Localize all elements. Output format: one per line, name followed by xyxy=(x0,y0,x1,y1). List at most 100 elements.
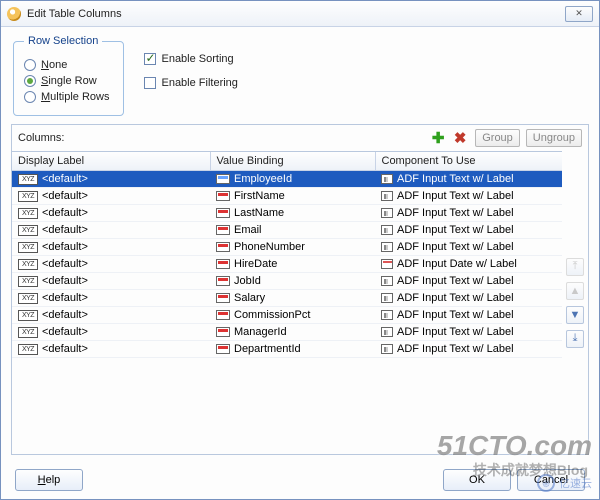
add-column-button[interactable]: ✚ xyxy=(429,129,447,147)
display-label-cell: <default> xyxy=(42,241,88,253)
display-label-cell: <default> xyxy=(42,190,88,202)
value-binding-cell: LastName xyxy=(234,207,284,219)
component-icon xyxy=(381,276,393,286)
binding-icon xyxy=(216,327,230,337)
component-cell: ADF Input Text w/ Label xyxy=(397,173,514,185)
value-binding-cell: Salary xyxy=(234,292,265,304)
component-cell: ADF Input Text w/ Label xyxy=(397,343,514,355)
dialog-title: Edit Table Columns xyxy=(27,8,565,20)
dialog-window: Edit Table Columns ✕ Row Selection None … xyxy=(0,0,600,500)
display-label-cell: <default> xyxy=(42,343,88,355)
binding-icon xyxy=(216,225,230,235)
columns-panel: Columns: ✚ ✖ Group Ungroup Display Label… xyxy=(11,124,589,455)
col-header-component[interactable]: Component To Use xyxy=(375,152,562,171)
component-icon xyxy=(381,225,393,235)
binding-icon xyxy=(216,293,230,303)
checkbox-label: Enable Sorting xyxy=(161,53,233,65)
radio-icon xyxy=(24,91,36,103)
component-cell: ADF Input Text w/ Label xyxy=(397,241,514,253)
component-icon xyxy=(381,208,393,218)
app-icon xyxy=(7,7,21,21)
component-cell: ADF Input Text w/ Label xyxy=(397,275,514,287)
label-type-icon: XYZ xyxy=(18,310,38,321)
checkbox-icon xyxy=(144,77,156,89)
table-row[interactable]: XYZ <default> JobId ADF Input Text w/ Label xyxy=(12,273,562,290)
radio-label: Multiple Rows xyxy=(41,91,109,103)
component-cell: ADF Input Text w/ Label xyxy=(397,190,514,202)
table-row[interactable]: XYZ <default> LastName ADF Input Text w/ La… xyxy=(12,205,562,222)
table-row[interactable]: XYZ<default>HireDateADF Input Date w/ La… xyxy=(12,256,562,273)
display-label-cell: <default> xyxy=(42,275,88,287)
display-label-cell: <default> xyxy=(42,326,88,338)
dialog-footer: Help OK Cancel xyxy=(11,463,589,493)
radio-label: None xyxy=(41,59,67,71)
move-top-button[interactable]: ⤒ xyxy=(566,258,584,276)
component-cell: ADF Input Text w/ Label xyxy=(397,292,514,304)
close-button[interactable]: ✕ xyxy=(565,6,593,22)
reorder-panel: ⤒ ▲ ▼ ⤓ xyxy=(562,151,588,454)
help-button[interactable]: Help xyxy=(15,469,83,491)
ok-button[interactable]: OK xyxy=(443,469,511,491)
table-row[interactable]: XYZ<default>EmailADF Input Text w/ Label xyxy=(12,222,562,239)
row-selection-legend: Row Selection xyxy=(24,35,102,47)
binding-icon xyxy=(216,344,230,354)
table-row[interactable]: XYZ <default> CommissionPct ADF Input Text … xyxy=(12,307,562,324)
ungroup-button[interactable]: Ungroup xyxy=(526,129,582,147)
binding-icon xyxy=(216,174,230,184)
checkbox-label: Enable Filtering xyxy=(161,77,237,89)
component-cell: ADF Input Text w/ Label xyxy=(397,326,514,338)
component-icon xyxy=(381,310,393,320)
checkbox-enable-filtering[interactable]: Enable Filtering xyxy=(144,77,237,89)
value-binding-cell: FirstName xyxy=(234,190,285,202)
value-binding-cell: EmployeeId xyxy=(234,173,292,185)
radio-multiple-rows[interactable]: Multiple Rows xyxy=(24,91,109,103)
radio-icon xyxy=(24,59,36,71)
label-type-icon: XYZ xyxy=(18,208,38,219)
move-bottom-button[interactable]: ⤓ xyxy=(566,330,584,348)
radio-label: Single Row xyxy=(41,75,97,87)
display-label-cell: <default> xyxy=(42,258,88,270)
group-button[interactable]: Group xyxy=(475,129,520,147)
table-row[interactable]: XYZ<default>PhoneNumberADF Input Text w/… xyxy=(12,239,562,256)
value-binding-cell: ManagerId xyxy=(234,326,287,338)
title-bar: Edit Table Columns ✕ xyxy=(1,1,599,27)
value-binding-cell: HireDate xyxy=(234,258,277,270)
move-down-button[interactable]: ▼ xyxy=(566,306,584,324)
component-cell: ADF Input Text w/ Label xyxy=(397,207,514,219)
checkbox-enable-sorting[interactable]: Enable Sorting xyxy=(144,53,237,65)
value-binding-cell: CommissionPct xyxy=(234,309,310,321)
col-header-value-binding[interactable]: Value Binding xyxy=(210,152,375,171)
display-label-cell: <default> xyxy=(42,292,88,304)
display-label-cell: <default> xyxy=(42,207,88,219)
label-type-icon: XYZ xyxy=(18,276,38,287)
binding-icon xyxy=(216,242,230,252)
label-type-icon: XYZ xyxy=(18,344,38,355)
value-binding-cell: PhoneNumber xyxy=(234,241,305,253)
value-binding-cell: JobId xyxy=(234,275,261,287)
table-row[interactable]: XYZ<default>ManagerIdADF Input Text w/ L… xyxy=(12,324,562,341)
binding-icon xyxy=(216,208,230,218)
columns-grid[interactable]: Display Label Value Binding Component To… xyxy=(12,151,562,454)
cancel-button[interactable]: Cancel xyxy=(517,469,585,491)
component-cell: ADF Input Text w/ Label xyxy=(397,224,514,236)
component-icon xyxy=(381,242,393,252)
table-row[interactable]: XYZ<default>EmployeeIdADF Input Text w/ … xyxy=(12,171,562,188)
label-type-icon: XYZ xyxy=(18,293,38,304)
component-icon xyxy=(381,174,393,184)
col-header-display-label[interactable]: Display Label xyxy=(12,152,210,171)
radio-single-row[interactable]: Single Row xyxy=(24,75,109,87)
table-row[interactable]: XYZ <default> Salary ADF Input Text w/ Labe… xyxy=(12,290,562,307)
delete-column-button[interactable]: ✖ xyxy=(451,129,469,147)
label-type-icon: XYZ xyxy=(18,174,38,185)
display-label-cell: <default> xyxy=(42,224,88,236)
radio-icon xyxy=(24,75,36,87)
component-icon xyxy=(381,344,393,354)
table-row[interactable]: XYZ<default>FirstNameADF Input Text w/ L… xyxy=(12,188,562,205)
component-cell: ADF Input Text w/ Label xyxy=(397,309,514,321)
display-label-cell: <default> xyxy=(42,309,88,321)
table-row[interactable]: XYZ<default>DepartmentIdADF Input Text w… xyxy=(12,341,562,358)
component-icon xyxy=(381,259,393,269)
component-icon xyxy=(381,327,393,337)
move-up-button[interactable]: ▲ xyxy=(566,282,584,300)
radio-none[interactable]: None xyxy=(24,59,109,71)
